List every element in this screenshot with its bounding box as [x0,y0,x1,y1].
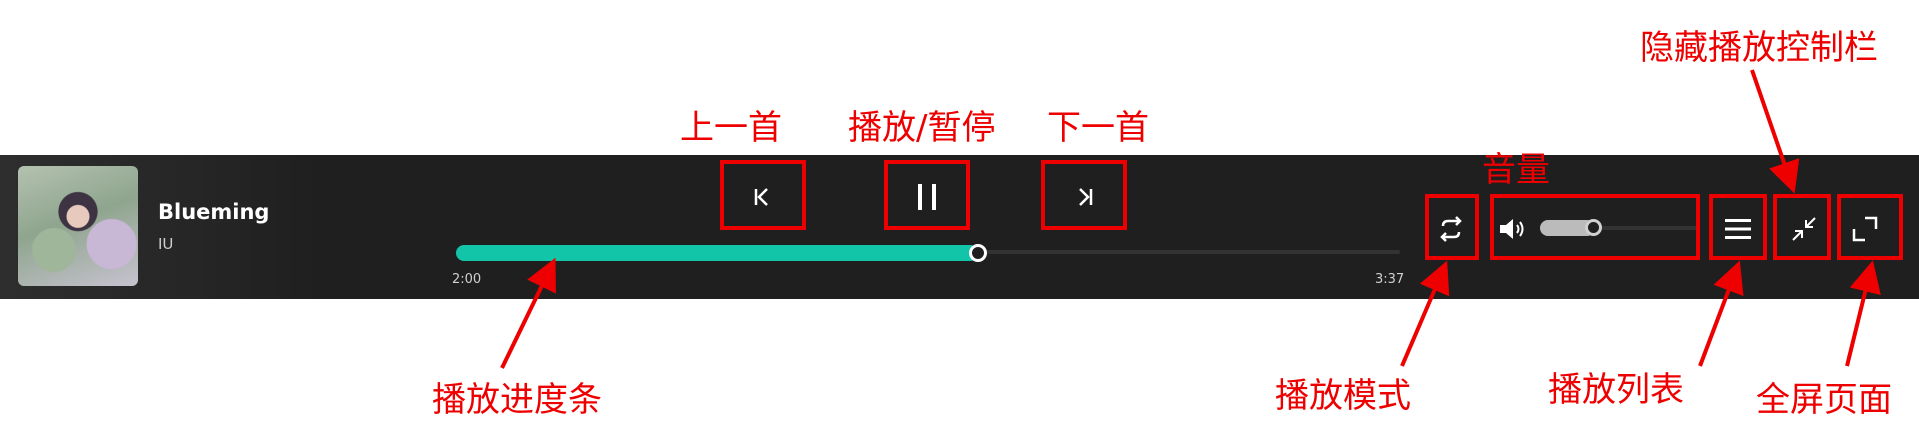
label-fullscreen: 全屏页面 [1756,380,1892,420]
highlight-play-mode [1425,194,1479,260]
label-next: 下一首 [1047,108,1149,148]
label-progress: 播放进度条 [432,380,602,420]
album-art[interactable] [18,166,138,286]
song-title[interactable]: Blueming [158,200,269,224]
elapsed-time: 2:00 [452,272,482,287]
label-play-pause: 播放/暂停 [848,108,996,148]
progress-thumb[interactable] [969,244,987,262]
label-volume: 音量 [1482,150,1550,190]
highlight-volume [1490,194,1700,260]
highlight-fullscreen [1837,194,1903,260]
label-playlist: 播放列表 [1548,370,1684,410]
highlight-playlist [1709,194,1767,260]
progress-fill[interactable] [456,245,978,261]
label-play-mode: 播放模式 [1275,376,1411,416]
total-duration: 3:37 [1375,272,1405,287]
highlight-hide-bar [1773,194,1831,260]
song-artist[interactable]: IU [158,235,173,253]
label-previous: 上一首 [680,108,782,148]
highlight-previous [720,160,806,230]
label-hide-bar: 隐藏播放控制栏 [1640,28,1878,68]
highlight-next [1041,160,1127,230]
highlight-play-pause [884,160,970,230]
